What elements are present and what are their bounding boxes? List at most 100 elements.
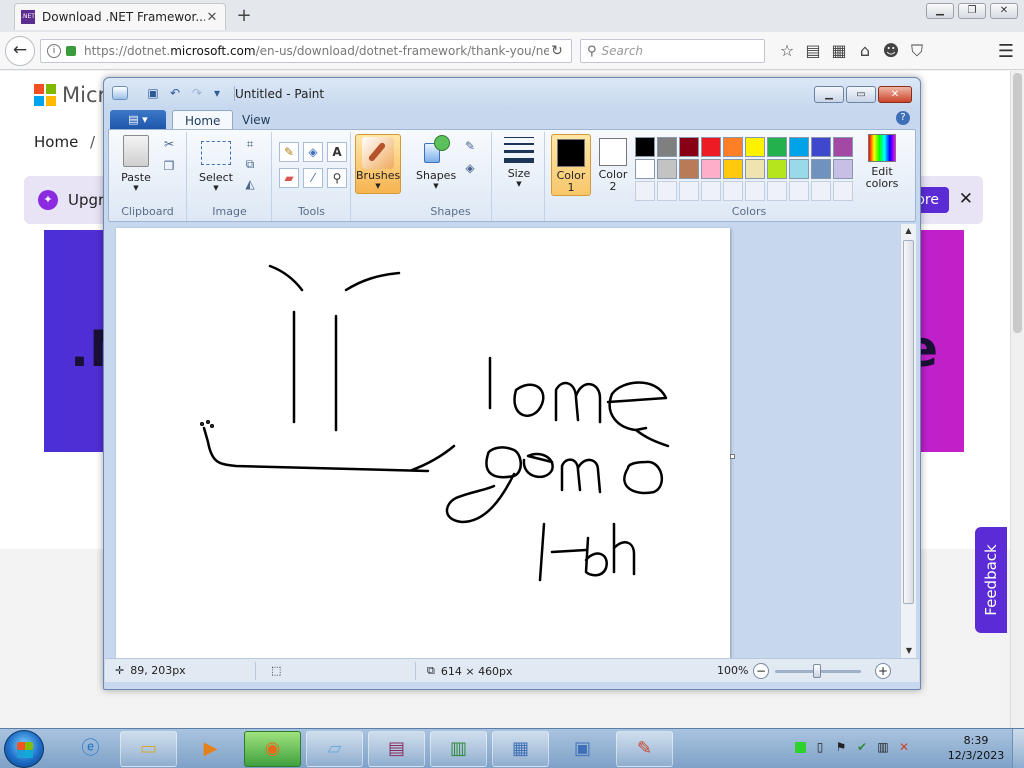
palette-empty-slot[interactable]: [635, 181, 655, 201]
search-input[interactable]: ⚲ Search: [580, 39, 765, 63]
palette-empty-slot[interactable]: [789, 181, 809, 201]
network-status-icon[interactable]: [795, 742, 806, 753]
palette-empty-slot[interactable]: [701, 181, 721, 201]
paint-app-icon[interactable]: [112, 86, 128, 100]
palette-swatch[interactable]: [767, 159, 787, 179]
scroll-down-icon[interactable]: ▼: [901, 644, 917, 658]
palette-swatch[interactable]: [657, 159, 677, 179]
palette-swatch[interactable]: [745, 159, 765, 179]
page-scrollbar[interactable]: [1010, 71, 1024, 728]
paint-title-bar[interactable]: ▣ ↶ ↷ ▾ Untitled - Paint ▁ ▭ ✕: [104, 78, 920, 108]
info-icon[interactable]: i: [47, 44, 61, 58]
tab-view[interactable]: View: [230, 110, 282, 130]
explorer-icon[interactable]: ▭: [120, 731, 177, 767]
fill-icon[interactable]: ◈: [303, 142, 323, 162]
palette-empty-slot[interactable]: [723, 181, 743, 201]
canvas-resize-handle-right[interactable]: [730, 454, 735, 459]
page-scroll-thumb[interactable]: [1013, 73, 1022, 333]
firefox-icon[interactable]: ◉: [244, 731, 301, 767]
banner-close-icon[interactable]: ✕: [959, 189, 973, 209]
show-desktop-button[interactable]: [1012, 729, 1024, 768]
new-tab-button[interactable]: +: [234, 5, 254, 26]
palette-swatch[interactable]: [701, 159, 721, 179]
text-tool-icon[interactable]: A: [327, 142, 347, 162]
address-bar[interactable]: i https://dotnet.microsoft.com/en-us/dow…: [40, 39, 572, 63]
palette-swatch[interactable]: [635, 159, 655, 179]
palette-swatch[interactable]: [679, 159, 699, 179]
zoom-in-button[interactable]: +: [875, 663, 891, 679]
palette-empty-slot[interactable]: [767, 181, 787, 201]
smiley-icon[interactable]: ☻: [878, 40, 904, 62]
media-player-icon[interactable]: ▶: [182, 731, 239, 767]
addon-icon[interactable]: ▦: [826, 40, 852, 62]
paint-minimize-button[interactable]: ▁: [814, 86, 844, 103]
resize-icon[interactable]: ⧉: [242, 156, 258, 172]
zoom-out-button[interactable]: −: [753, 663, 769, 679]
winrar-icon[interactable]: ▤: [368, 731, 425, 767]
shapes-button[interactable]: Shapes ▼: [416, 135, 456, 190]
palette-swatch[interactable]: [767, 137, 787, 157]
palette-empty-slot[interactable]: [811, 181, 831, 201]
color-picker-icon[interactable]: ⁄: [303, 168, 323, 188]
outline-icon[interactable]: ✎: [462, 138, 478, 154]
eraser-icon[interactable]: ▰: [279, 168, 299, 188]
palette-swatch[interactable]: [635, 137, 655, 157]
palette-swatch[interactable]: [789, 159, 809, 179]
pencil-icon[interactable]: ✎: [279, 142, 299, 162]
paint-maximize-button[interactable]: ▭: [846, 86, 876, 103]
palette-swatch[interactable]: [723, 137, 743, 157]
palette-swatch[interactable]: [789, 137, 809, 157]
palette-swatch[interactable]: [701, 137, 721, 157]
tab-close-icon[interactable]: ✕: [205, 10, 219, 25]
notepad-icon[interactable]: ▱: [306, 731, 363, 767]
task-manager-icon[interactable]: ▥: [430, 731, 487, 767]
menu-icon[interactable]: ☰: [998, 41, 1014, 62]
drawing-canvas[interactable]: [116, 228, 735, 658]
back-button[interactable]: ←: [5, 36, 35, 66]
pocket-icon[interactable]: ⛉: [904, 40, 930, 62]
magnifier-icon[interactable]: ⚲: [327, 168, 347, 188]
canvas-scrollbar[interactable]: ▲ ▼: [900, 224, 916, 658]
palette-swatch[interactable]: [833, 159, 853, 179]
copy-icon[interactable]: ❐: [161, 158, 177, 174]
color-1-button[interactable]: Color 1: [551, 134, 591, 196]
start-button[interactable]: [4, 730, 44, 768]
volume-muted-icon[interactable]: ✕: [897, 740, 911, 754]
palette-swatch[interactable]: [811, 137, 831, 157]
select-button[interactable]: Select ▼: [196, 135, 236, 192]
palette-swatch[interactable]: [723, 159, 743, 179]
url-text[interactable]: https://dotnet.microsoft.com/en-us/downl…: [84, 44, 549, 58]
brand-name[interactable]: Micr: [62, 83, 106, 107]
rotate-icon[interactable]: ◭: [242, 176, 258, 192]
color-2-button[interactable]: Color 2: [593, 134, 633, 196]
reading-list-icon[interactable]: ▤: [800, 40, 826, 62]
palette-swatch[interactable]: [811, 159, 831, 179]
paint-menu-button[interactable]: ▤ ▾: [110, 110, 166, 130]
edit-colors-button[interactable]: Edit colors: [859, 134, 905, 190]
palette-swatch[interactable]: [833, 137, 853, 157]
home-icon[interactable]: ⌂: [852, 40, 878, 62]
security-icon[interactable]: ✔: [855, 740, 869, 754]
star-icon[interactable]: ☆: [774, 40, 800, 62]
fill-shape-icon[interactable]: ◈: [462, 160, 478, 176]
clipboard-tray-icon[interactable]: ▯: [813, 740, 827, 754]
reload-icon[interactable]: ↻: [549, 43, 565, 59]
size-button[interactable]: Size ▼: [499, 135, 539, 188]
flag-icon[interactable]: ⚑: [834, 740, 848, 754]
palette-swatch[interactable]: [679, 137, 699, 157]
clock[interactable]: 8:39 12/3/2023: [946, 733, 1006, 763]
redo-icon[interactable]: ↷: [190, 87, 204, 100]
tab-home[interactable]: Home: [172, 110, 234, 130]
paste-button[interactable]: Paste ▼: [117, 135, 155, 192]
microsoft-logo-icon[interactable]: [34, 84, 56, 106]
palette-empty-slot[interactable]: [657, 181, 677, 201]
palette-empty-slot[interactable]: [745, 181, 765, 201]
restore-button[interactable]: ❐: [958, 3, 986, 19]
browser-tab[interactable]: .NET Download .NET Framewor... ✕: [14, 3, 226, 30]
customize-toolbar-icon[interactable]: ▾: [210, 87, 224, 100]
remote-desktop-icon[interactable]: ▣: [554, 731, 611, 767]
palette-swatch[interactable]: [657, 137, 677, 157]
palette-empty-slot[interactable]: [833, 181, 853, 201]
breadcrumb-home[interactable]: Home: [34, 133, 78, 151]
cut-icon[interactable]: ✂: [161, 136, 177, 152]
